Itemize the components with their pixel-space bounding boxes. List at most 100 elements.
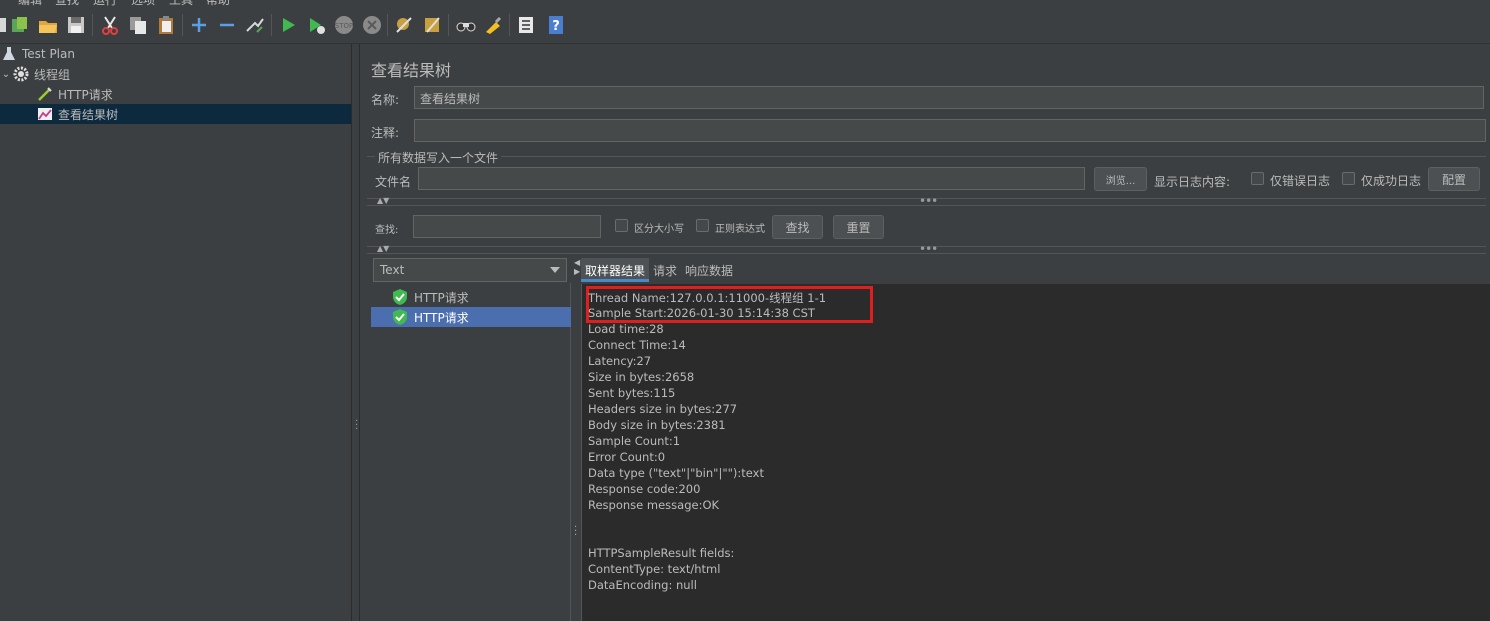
tree-item-view-results-tree[interactable]: 查看结果树 bbox=[0, 104, 351, 124]
result-line: HTTPSampleResult fields: bbox=[588, 546, 735, 560]
browse-button[interactable]: 浏览... bbox=[1094, 167, 1147, 191]
log-display-label: 显示日志内容: bbox=[1154, 175, 1231, 189]
name-field[interactable]: 查看结果树 bbox=[414, 86, 1484, 109]
result-line: Error Count:0 bbox=[588, 450, 666, 464]
name-label: 名称: bbox=[371, 93, 400, 107]
expand-icon[interactable] bbox=[188, 14, 210, 36]
tree-item-test-plan[interactable]: Test Plan bbox=[0, 44, 351, 64]
tree-item-thread-group[interactable]: ⌄ 线程组 bbox=[0, 64, 351, 84]
list-item[interactable]: HTTP请求 bbox=[371, 307, 571, 327]
result-line: DataEncoding: null bbox=[588, 578, 697, 592]
search-label: 查找: bbox=[375, 225, 399, 236]
toolbar-separator bbox=[448, 14, 449, 36]
toolbar-separator bbox=[92, 14, 93, 36]
listener-icon bbox=[36, 105, 54, 123]
list-item-label: HTTP请求 bbox=[414, 290, 469, 305]
paste-icon[interactable] bbox=[155, 14, 177, 36]
result-line: Data type ("text"|"bin"|""):text bbox=[588, 466, 764, 480]
reset-search-icon[interactable] bbox=[482, 14, 504, 36]
result-line: Sample Start:2026-01-30 15:14:38 CST bbox=[588, 306, 815, 320]
tree-item-label: HTTP请求 bbox=[58, 87, 113, 102]
result-line: ContentType: text/html bbox=[588, 562, 721, 576]
results-splitter[interactable]: ◀ ▶ · · · bbox=[572, 258, 580, 621]
renderer-value: Text bbox=[380, 263, 405, 277]
tab-response-data[interactable]: 响应数据 bbox=[681, 258, 737, 282]
list-item[interactable]: HTTP请求 bbox=[371, 287, 571, 307]
tab-sampler-result[interactable]: 取样器结果 bbox=[581, 258, 650, 282]
shutdown-icon[interactable] bbox=[361, 14, 383, 36]
success-only-label: 仅成功日志 bbox=[1361, 174, 1422, 188]
sampler-icon bbox=[36, 85, 54, 103]
search-input[interactable] bbox=[413, 215, 601, 238]
result-line: Sent bytes:115 bbox=[588, 386, 676, 400]
clear-icon[interactable] bbox=[393, 14, 415, 36]
start-no-pause-icon[interactable] bbox=[305, 14, 327, 36]
filename-label: 文件名 bbox=[375, 175, 412, 189]
templates-icon[interactable] bbox=[9, 14, 31, 36]
result-line: Load time:28 bbox=[588, 322, 664, 336]
toolbar-separator bbox=[509, 14, 510, 36]
collapse-icon[interactable] bbox=[216, 14, 238, 36]
configure-button[interactable]: 配置 bbox=[1428, 167, 1480, 191]
chevron-down-icon bbox=[550, 267, 560, 273]
save-icon[interactable] bbox=[65, 14, 87, 36]
cut-icon[interactable] bbox=[99, 14, 121, 36]
clear-all-icon[interactable] bbox=[421, 14, 443, 36]
toggle-icon[interactable] bbox=[244, 14, 266, 36]
search-icon[interactable] bbox=[455, 14, 477, 36]
help-icon[interactable]: ? bbox=[545, 14, 567, 36]
results-list: HTTP请求 HTTP请求 bbox=[371, 283, 571, 621]
chevron-down-icon[interactable]: ⌄ bbox=[0, 69, 12, 80]
regex-label: 正则表达式 bbox=[715, 224, 765, 235]
errors-only-label: 仅错误日志 bbox=[1270, 174, 1331, 188]
test-plan-icon bbox=[0, 45, 18, 63]
find-button[interactable]: 查找 bbox=[772, 215, 823, 239]
stop-icon[interactable]: STOP bbox=[333, 14, 355, 36]
main-splitter[interactable]: · · · bbox=[351, 44, 360, 621]
tree-item-label: 线程组 bbox=[34, 67, 71, 82]
open-icon[interactable] bbox=[37, 14, 59, 36]
file-group-border bbox=[367, 156, 1486, 157]
regex-checkbox[interactable] bbox=[696, 219, 709, 232]
comment-label: 注释: bbox=[371, 126, 400, 140]
result-line: Response code:200 bbox=[588, 482, 701, 496]
comment-field[interactable] bbox=[414, 119, 1486, 142]
renderer-select[interactable]: Text bbox=[373, 258, 567, 282]
result-line: Headers size in bytes:277 bbox=[588, 402, 738, 416]
filename-field[interactable] bbox=[418, 167, 1085, 190]
toolbar-separator bbox=[271, 14, 272, 36]
result-line: Body size in bytes:2381 bbox=[588, 418, 726, 432]
tree-item-label: Test Plan bbox=[22, 47, 75, 61]
tree-item-http-request[interactable]: HTTP请求 bbox=[0, 84, 351, 104]
divider-bottom[interactable]: ▲▼ ••• bbox=[367, 242, 1486, 256]
function-helper-icon[interactable] bbox=[515, 14, 537, 36]
tab-request[interactable]: 请求 bbox=[649, 258, 681, 282]
test-plan-tree: Test Plan ⌄ 线程组 HTTP请求 查看结果树 bbox=[0, 44, 351, 621]
result-line: Size in bytes:2658 bbox=[588, 370, 695, 384]
toolbar-separator bbox=[387, 14, 388, 36]
toolbar-separator bbox=[182, 14, 183, 36]
sampler-result-text[interactable]: Thread Name:127.0.0.1:11000-线程组 1-1 Samp… bbox=[581, 284, 1490, 621]
copy-icon[interactable] bbox=[127, 14, 149, 36]
gear-icon bbox=[12, 65, 30, 83]
result-line: Sample Count:1 bbox=[588, 434, 681, 448]
result-line: Latency:27 bbox=[588, 354, 652, 368]
page-title: 查看结果树 bbox=[371, 61, 452, 80]
success-shield-icon bbox=[393, 309, 407, 325]
errors-only-checkbox[interactable] bbox=[1251, 172, 1264, 185]
case-sensitive-checkbox[interactable] bbox=[615, 219, 628, 232]
list-item-label: HTTP请求 bbox=[414, 310, 469, 325]
start-icon[interactable] bbox=[277, 14, 299, 36]
result-line: Response message:OK bbox=[588, 498, 720, 512]
file-group-label: 所有数据写入一个文件 bbox=[375, 149, 502, 166]
result-line: Thread Name:127.0.0.1:11000-线程组 1-1 bbox=[588, 291, 827, 305]
reset-button[interactable]: 重置 bbox=[833, 215, 884, 239]
svg-text:STOP: STOP bbox=[335, 22, 353, 30]
success-shield-icon bbox=[393, 289, 407, 305]
result-line: Connect Time:14 bbox=[588, 338, 686, 352]
case-sensitive-label: 区分大小写 bbox=[634, 224, 684, 235]
tree-item-label: 查看结果树 bbox=[58, 107, 119, 122]
view-results-tree-panel: 查看结果树 名称: 查看结果树 注释: 所有数据写入一个文件 文件名 浏览...… bbox=[361, 44, 1490, 621]
divider-top[interactable]: ▲▼ ••• bbox=[367, 194, 1486, 208]
success-only-checkbox[interactable] bbox=[1342, 172, 1355, 185]
